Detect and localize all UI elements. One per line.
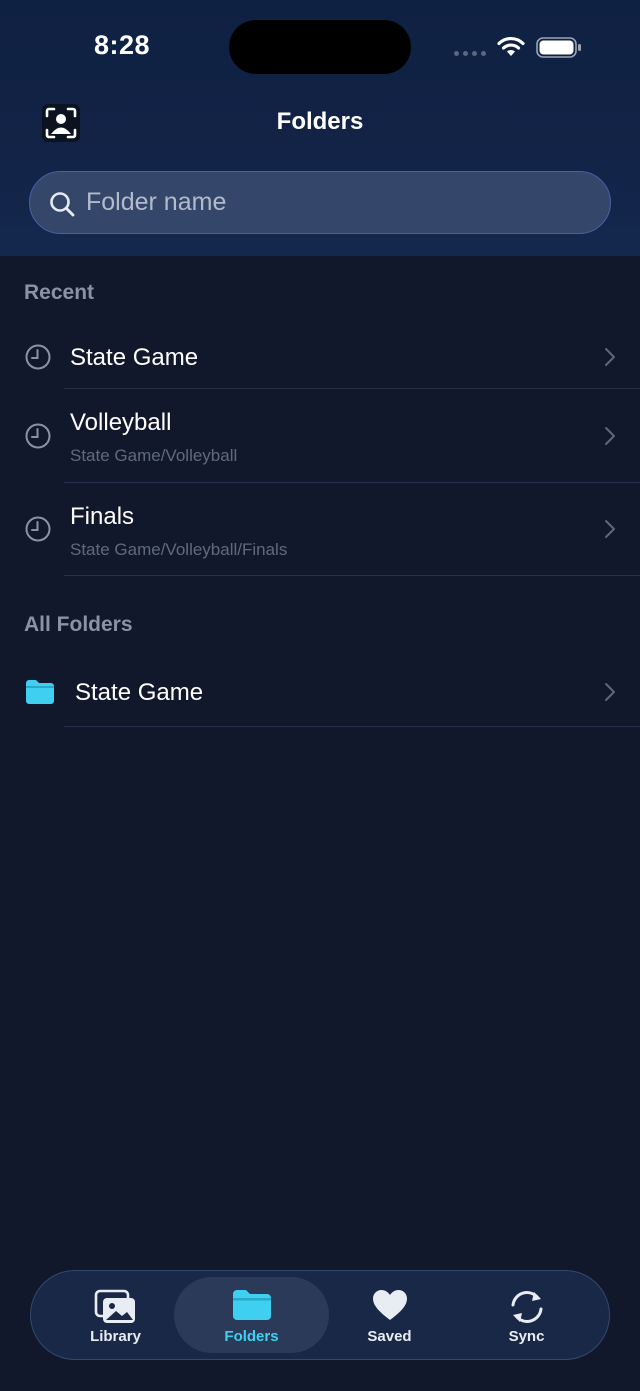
tab-label: Folders	[224, 1328, 279, 1345]
tab-library[interactable]: Library	[38, 1277, 193, 1353]
recent-folder-title: Finals	[70, 503, 135, 530]
chevron-right-icon	[605, 348, 615, 366]
person-frame-icon	[42, 104, 80, 142]
status-bar: 8:28	[0, 0, 640, 96]
tab-saved[interactable]: Saved	[312, 1277, 467, 1353]
dynamic-island	[229, 20, 411, 74]
page-title: Folders	[276, 108, 364, 135]
header: 8:28 Folders	[0, 0, 640, 256]
tab-label: Saved	[367, 1328, 412, 1345]
profile-button[interactable]	[42, 104, 80, 142]
chevron-right-icon	[605, 427, 615, 445]
tab-label: Sync	[508, 1328, 545, 1345]
search-input[interactable]	[86, 182, 586, 222]
status-time: 8:28	[93, 30, 151, 60]
cellular-signal-icon	[454, 51, 488, 57]
recent-folder-row[interactable]: Finals State Game/Volleyball/Finals	[0, 483, 640, 576]
search-icon	[50, 192, 75, 217]
row-divider	[64, 726, 640, 727]
row-divider	[64, 575, 640, 576]
clock-icon	[25, 423, 51, 449]
folder-icon	[232, 1290, 271, 1320]
sync-icon	[511, 1291, 542, 1323]
clock-icon	[25, 344, 51, 370]
battery-icon	[536, 37, 581, 58]
recent-folder-title: State Game	[70, 344, 199, 371]
clock-icon	[25, 516, 51, 542]
section-title-all-folders: All Folders	[24, 613, 133, 636]
tab-bar: Library Folders Saved Sync	[30, 1270, 610, 1360]
recent-folder-row[interactable]: Volleyball State Game/Volleyball	[0, 389, 640, 483]
wifi-icon	[497, 36, 525, 56]
folder-icon	[26, 680, 54, 704]
tab-folders[interactable]: Folders	[174, 1277, 329, 1353]
photo-library-icon	[94, 1289, 135, 1323]
heart-icon	[372, 1290, 407, 1320]
chevron-right-icon	[605, 683, 615, 701]
tab-label: Library	[90, 1328, 141, 1345]
section-title-recent: Recent	[24, 281, 95, 304]
recent-folder-row[interactable]: State Game	[0, 326, 640, 389]
recent-folder-title: Volleyball	[70, 409, 172, 436]
folder-title: State Game	[75, 679, 204, 706]
folder-row[interactable]: State Game	[0, 659, 640, 727]
tab-sync[interactable]: Sync	[449, 1277, 604, 1353]
search-bar[interactable]	[29, 171, 611, 234]
recent-folder-path: State Game/Volleyball/Finals	[70, 540, 288, 559]
chevron-right-icon	[605, 520, 615, 538]
recent-folder-path: State Game/Volleyball	[70, 446, 238, 465]
